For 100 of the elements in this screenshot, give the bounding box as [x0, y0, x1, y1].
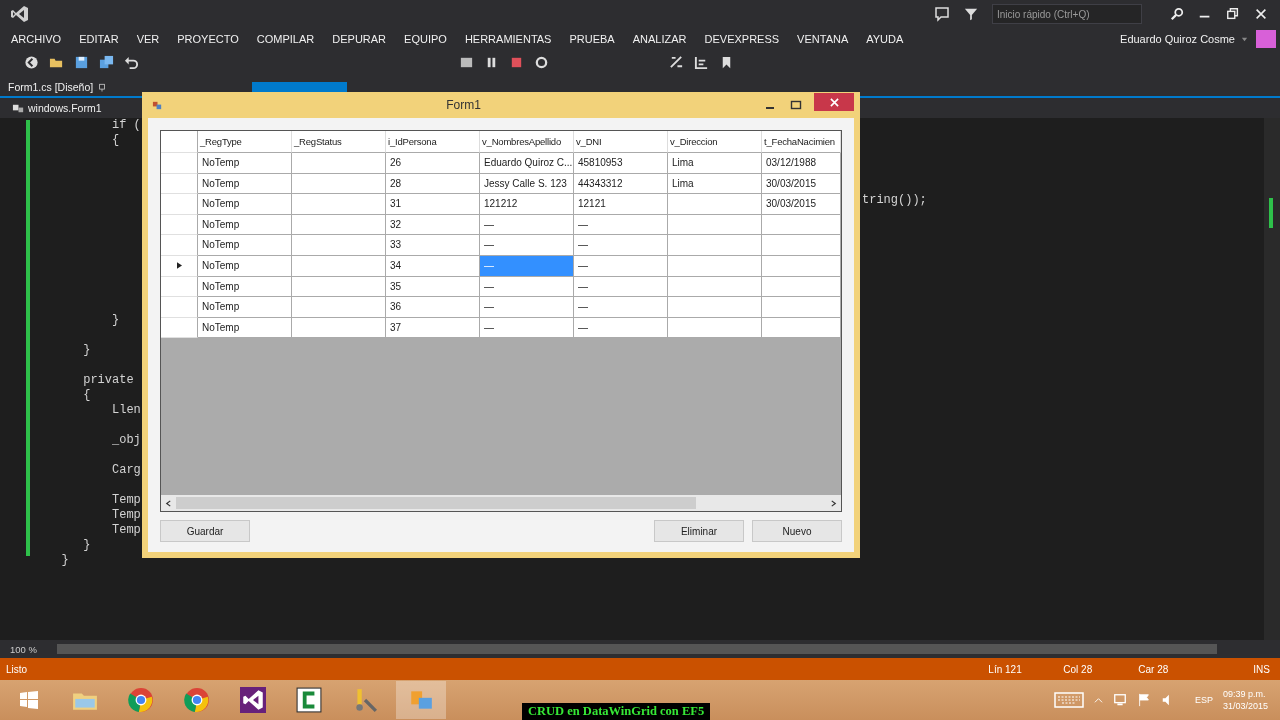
recorder-icon[interactable] [296, 687, 322, 713]
table-cell[interactable]: 45810953 [574, 153, 668, 174]
table-cell[interactable] [762, 235, 841, 256]
network-icon[interactable] [1112, 693, 1127, 707]
table-cell[interactable]: 26 [386, 153, 480, 174]
menu-item[interactable]: PROYECTO [168, 33, 248, 45]
row-header[interactable] [161, 153, 198, 174]
dropdown-caret-icon[interactable] [1241, 35, 1248, 43]
menu-item[interactable]: EQUIPO [395, 33, 456, 45]
table-cell[interactable]: — [480, 297, 574, 318]
table-cell[interactable] [762, 297, 841, 318]
table-cell[interactable]: 12121 [574, 194, 668, 215]
search-icon[interactable] [1170, 7, 1184, 21]
visual-studio-icon[interactable] [240, 687, 266, 713]
maximize-icon[interactable] [790, 99, 802, 111]
scroll-left-icon[interactable] [165, 499, 172, 507]
quick-launch-field[interactable]: Inicio rápido (Ctrl+Q) [992, 4, 1142, 24]
table-cell[interactable]: NoTemp [198, 317, 292, 339]
row-header[interactable] [161, 317, 198, 339]
table-cell[interactable] [292, 235, 386, 256]
table-cell[interactable] [292, 297, 386, 318]
keyboard-icon[interactable] [1053, 692, 1084, 708]
table-cell[interactable]: 121212 [480, 194, 574, 215]
table-cell[interactable] [762, 317, 841, 339]
flag-icon[interactable] [1136, 693, 1151, 707]
feedback-icon[interactable] [934, 6, 950, 22]
table-cell[interactable]: — [574, 235, 668, 256]
table-cell[interactable] [668, 317, 762, 339]
align-icon[interactable] [694, 54, 709, 70]
row-header[interactable] [161, 276, 198, 298]
table-cell[interactable]: NoTemp [198, 255, 292, 277]
row-header[interactable] [161, 297, 198, 318]
browser-icon[interactable] [128, 687, 154, 713]
menu-item[interactable]: DEVEXPRESS [695, 33, 789, 45]
vertical-scrollbar[interactable] [1264, 118, 1280, 640]
table-cell[interactable] [668, 235, 762, 256]
browser-icon[interactable] [184, 687, 210, 713]
table-cell[interactable] [668, 255, 762, 277]
table-cell[interactable]: 31 [386, 194, 480, 215]
table-cell[interactable] [762, 255, 841, 277]
menu-item[interactable]: ARCHIVO [2, 33, 71, 45]
table-cell[interactable]: — [574, 297, 668, 318]
menu-item[interactable]: VENTANA [788, 33, 858, 45]
restore-icon[interactable] [1226, 7, 1240, 21]
row-header[interactable] [161, 214, 198, 236]
row-header[interactable] [161, 235, 198, 256]
close-icon[interactable] [1254, 7, 1268, 21]
navigation-class[interactable]: windows.Form1 [28, 102, 102, 114]
table-cell[interactable]: 36 [386, 297, 480, 318]
menu-item[interactable]: ANALIZAR [623, 33, 696, 45]
menu-item[interactable]: VER [127, 33, 169, 45]
table-cell[interactable] [292, 317, 386, 339]
save-all-icon[interactable] [99, 54, 114, 70]
document-tab[interactable]: Form1.cs [Diseño] [0, 78, 113, 96]
table-cell[interactable] [292, 194, 386, 215]
row-header[interactable] [161, 194, 198, 215]
zoom-level[interactable]: 100 % [10, 643, 37, 655]
save-icon[interactable] [74, 54, 89, 70]
table-cell[interactable]: 33 [386, 235, 480, 256]
table-cell[interactable] [668, 194, 762, 215]
tab-label[interactable]: Form1.cs [Diseño] [8, 81, 94, 93]
table-cell[interactable]: Eduardo Quiroz C... [480, 153, 574, 174]
format-icon[interactable] [669, 54, 684, 70]
code-line: } [82, 343, 91, 357]
filter-icon[interactable] [964, 7, 978, 21]
restart-icon[interactable] [534, 54, 549, 70]
menu-item[interactable]: EDITAR [70, 33, 128, 45]
menu-item[interactable]: AYUDA [857, 33, 913, 45]
menu-item[interactable]: PRUEBA [560, 33, 624, 45]
table-cell[interactable]: — [574, 255, 668, 277]
back-icon[interactable] [24, 54, 39, 70]
table-cell[interactable]: — [480, 317, 574, 339]
table-cell[interactable]: — [480, 235, 574, 256]
row-header[interactable] [161, 255, 198, 277]
table-cell[interactable] [292, 255, 386, 277]
form-button[interactable]: Eliminar [654, 520, 744, 542]
table-cell[interactable]: NoTemp [198, 194, 292, 215]
horizontal-scrollbar[interactable] [56, 644, 1217, 654]
close-button[interactable] [814, 93, 854, 111]
table-cell[interactable]: Lima [668, 153, 762, 174]
table-cell[interactable]: — [574, 317, 668, 339]
table-cell[interactable]: NoTemp [198, 297, 292, 318]
scroll-right-icon[interactable] [830, 499, 837, 507]
undo-icon[interactable] [124, 54, 139, 70]
form-button[interactable]: Guardar [160, 520, 250, 542]
menu-item[interactable]: DEPURAR [323, 33, 396, 45]
horizontal-scrollbar[interactable] [161, 495, 841, 511]
row-header[interactable] [161, 173, 198, 195]
table-cell[interactable]: 30/03/2015 [762, 194, 841, 215]
table-cell[interactable] [292, 153, 386, 174]
menu-item[interactable]: COMPILAR [247, 33, 324, 45]
user-name[interactable]: Eduardo Quiroz Cosme [1120, 33, 1235, 45]
table-cell[interactable]: 03/12/1988 [762, 153, 841, 174]
table-cell[interactable]: NoTemp [198, 153, 292, 174]
table-cell[interactable] [668, 297, 762, 318]
pin-icon[interactable] [98, 82, 107, 92]
table-cell[interactable]: 37 [386, 317, 480, 339]
menu-item[interactable]: HERRAMIENTAS [455, 33, 561, 45]
form-button[interactable]: Nuevo [752, 520, 842, 542]
table-cell[interactable]: NoTemp [198, 235, 292, 256]
